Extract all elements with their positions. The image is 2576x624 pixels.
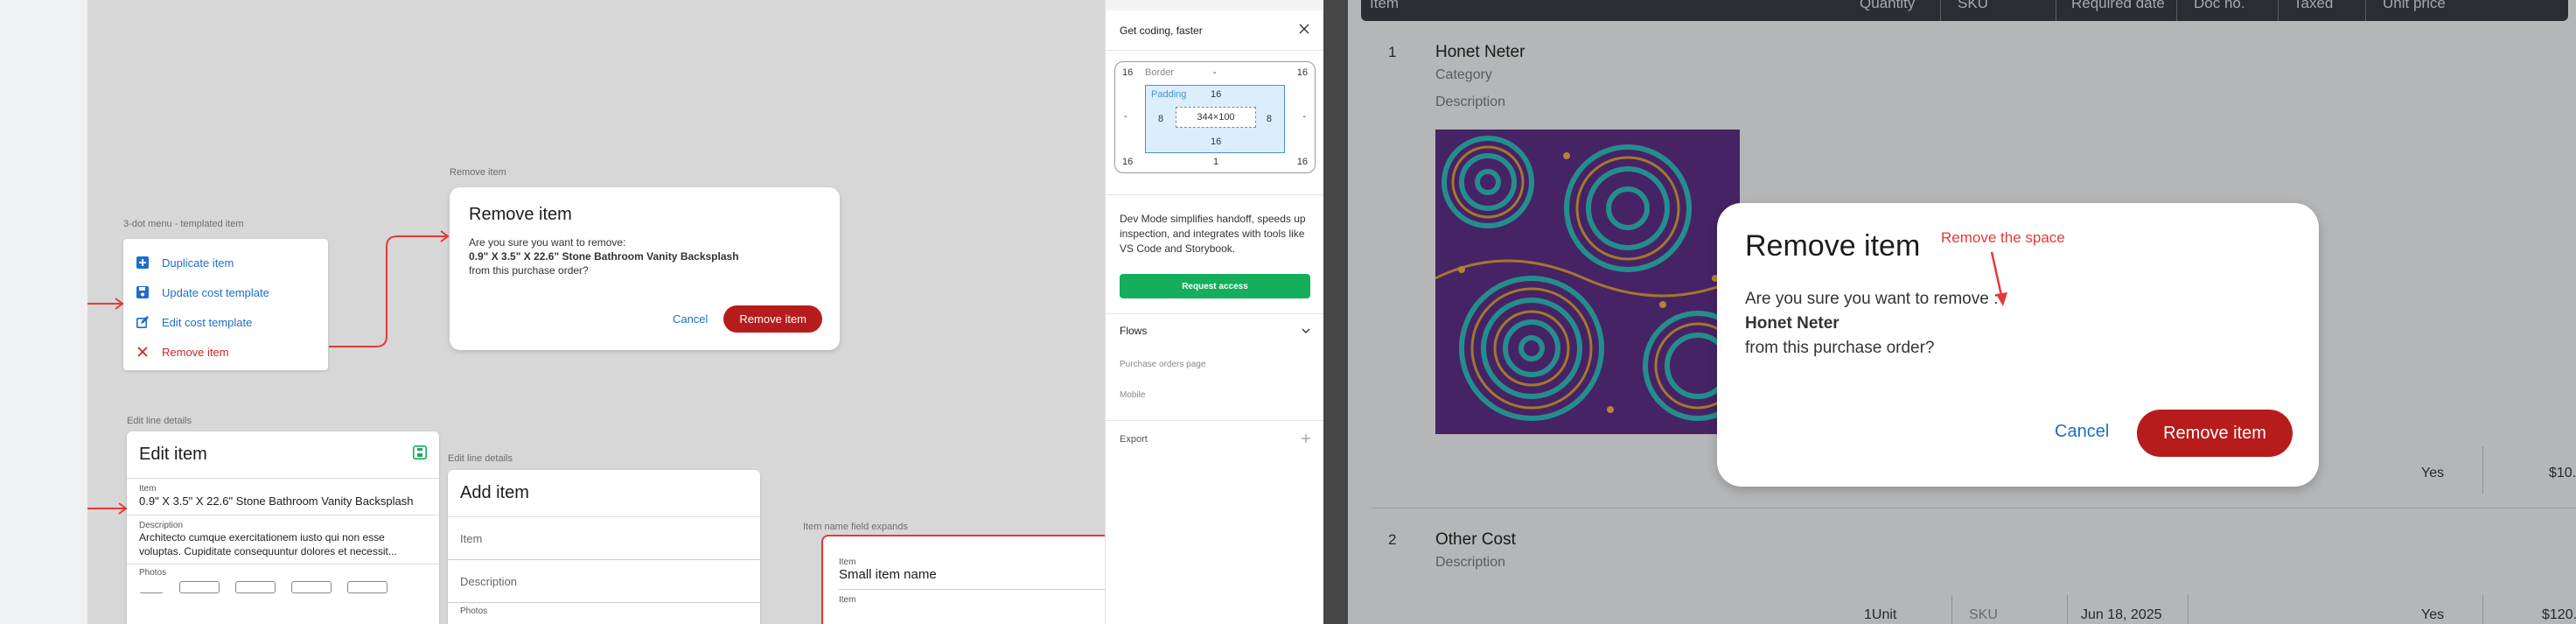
panel-header: Get coding, faster xyxy=(1106,0,1323,51)
export-title: Export xyxy=(1120,434,1148,445)
design-canvas[interactable]: 3-dot menu - templated item Remove item … xyxy=(87,0,1105,624)
export-section: Export xyxy=(1106,420,1324,445)
panel-title: Get coding, faster xyxy=(1120,24,1203,37)
content-size: 344×100 xyxy=(1176,107,1256,128)
padding-bottom-value: 16 xyxy=(1211,137,1222,147)
margin-right-value: - xyxy=(1302,111,1306,122)
flows-header[interactable]: Flows xyxy=(1120,325,1310,337)
request-access-button[interactable]: Request access xyxy=(1120,274,1310,298)
margin-bottom-left-value: 16 xyxy=(1122,157,1134,167)
remove-item-dialog: Remove item Remove the space Are you sur… xyxy=(1717,203,2319,487)
margin-top-left-value: 16 xyxy=(1122,67,1134,78)
dialog-item-name: Honet Neter xyxy=(1745,314,1840,333)
dialog-line3: from this purchase order? xyxy=(1745,339,1935,357)
border-bottom-value: 1 xyxy=(1213,157,1219,167)
flow-item[interactable]: Mobile xyxy=(1120,390,1310,400)
flow-item[interactable]: Purchase orders page xyxy=(1120,360,1310,369)
border-top-value: - xyxy=(1213,67,1217,78)
border-label: Border xyxy=(1145,67,1175,78)
cancel-button[interactable]: Cancel xyxy=(2055,422,2109,442)
chevron-down-icon[interactable] xyxy=(1302,325,1310,337)
canvas-left-gutter xyxy=(0,0,87,624)
padding-label: Padding xyxy=(1151,89,1187,100)
flows-section: Flows Purchase orders page Mobile xyxy=(1106,313,1324,400)
plus-icon[interactable] xyxy=(1302,433,1310,445)
box-model-diagram: 16 Border - 16 - - Padding 16 8 344×100 … xyxy=(1114,61,1316,173)
dialog-title: Remove item xyxy=(1745,229,1921,263)
close-icon[interactable] xyxy=(1299,24,1309,37)
margin-top-right-value: 16 xyxy=(1296,67,1308,78)
dialog-line1: Are you sure you want to remove : xyxy=(1745,290,1999,308)
dev-mode-panel: Get coding, faster 16 Border - 16 - - Pa… xyxy=(1105,0,1324,624)
dev-mode-description: Dev Mode simplifies handoff, speeds up i… xyxy=(1120,213,1306,255)
padding-top-value: 16 xyxy=(1211,89,1222,100)
padding-right-value: 8 xyxy=(1266,114,1272,124)
prototype-arrows xyxy=(87,230,450,515)
annotation-note: Remove the space xyxy=(1941,229,2065,246)
export-header[interactable]: Export xyxy=(1120,433,1310,445)
remove-item-button[interactable]: Remove item xyxy=(2137,410,2293,457)
margin-left-value: - xyxy=(1124,111,1127,122)
padding-box: Padding 16 8 344×100 8 16 xyxy=(1145,85,1285,153)
dialog-body: Are you sure you want to remove : Honet … xyxy=(1745,287,1998,361)
flows-title: Flows xyxy=(1120,325,1148,337)
divider xyxy=(1106,194,1324,195)
screen: 3-dot menu - templated item Remove item … xyxy=(0,0,2576,624)
margin-bottom-right-value: 16 xyxy=(1296,157,1308,167)
padding-left-value: 8 xyxy=(1158,114,1164,124)
